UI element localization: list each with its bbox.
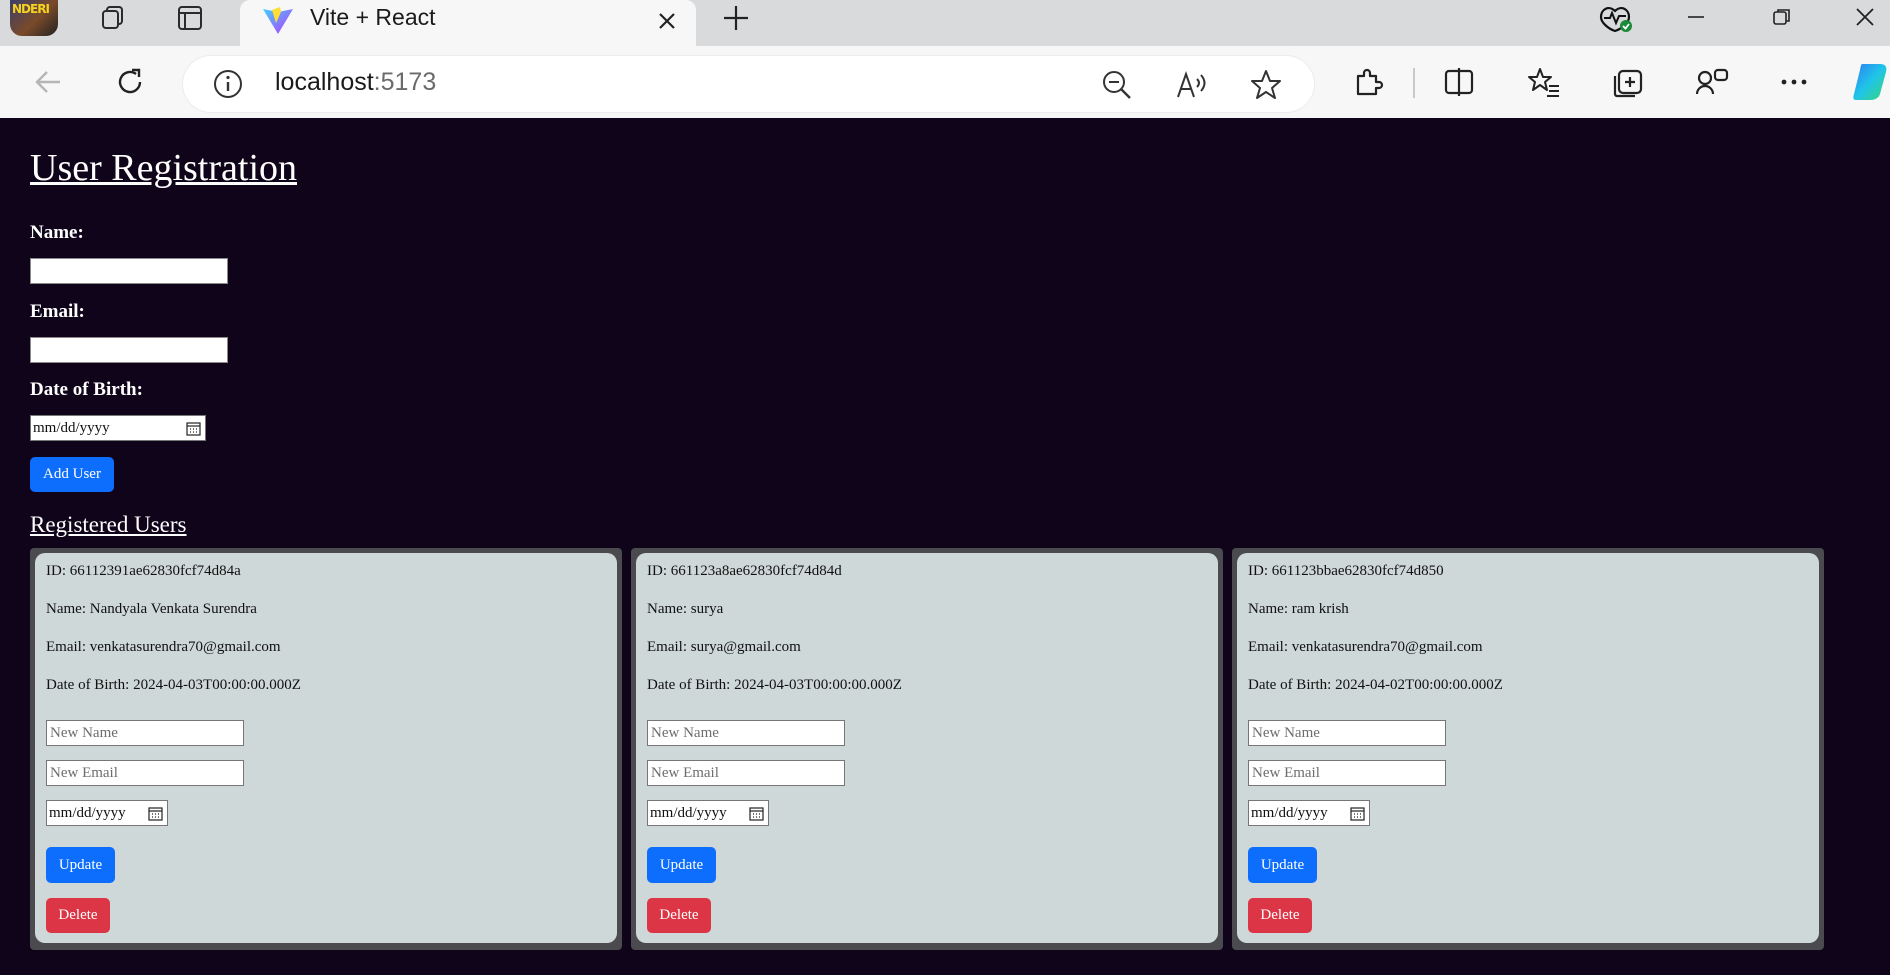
delete-button[interactable]: Delete <box>46 898 110 933</box>
new-name-input[interactable] <box>647 720 845 746</box>
browser-essentials-icon[interactable] <box>1596 0 1636 36</box>
new-dob-date-input[interactable]: mm/dd/yyyy <box>647 800 769 826</box>
new-dob-date-input[interactable]: mm/dd/yyyy <box>1248 800 1370 826</box>
copilot-icon[interactable] <box>1850 62 1890 102</box>
url-port: :5173 <box>373 68 437 96</box>
calendar-icon[interactable] <box>749 806 764 821</box>
delete-button[interactable]: Delete <box>1248 898 1312 933</box>
new-tab-icon[interactable] <box>716 0 756 36</box>
user-card: ID: 661123bbae62830fcf74d850 Name: ram k… <box>1237 553 1819 943</box>
user-card-frame: ID: 661123bbae62830fcf74d850 Name: ram k… <box>1232 548 1824 950</box>
email-label: Email: <box>30 301 85 322</box>
new-dob-placeholder: mm/dd/yyyy <box>650 805 727 821</box>
restore-icon[interactable] <box>1752 0 1812 34</box>
minimize-icon[interactable] <box>1666 0 1726 34</box>
new-email-input[interactable] <box>46 760 244 786</box>
new-email-input[interactable] <box>647 760 845 786</box>
dob-date-placeholder: mm/dd/yyyy <box>33 420 110 436</box>
calendar-icon[interactable] <box>1350 806 1365 821</box>
new-name-input[interactable] <box>1248 720 1446 746</box>
tab-title: Vite + React <box>310 4 436 30</box>
avatar-text: NDERI <box>12 2 50 16</box>
browser-toolbar: localhost:5173 <box>0 46 1890 118</box>
tab-actions-icon[interactable] <box>170 0 210 36</box>
new-dob-placeholder: mm/dd/yyyy <box>1251 805 1328 821</box>
user-id: ID: 661123a8ae62830fcf74d84d <box>647 563 842 579</box>
more-options-icon[interactable] <box>1772 60 1816 104</box>
vite-logo-icon <box>263 7 293 34</box>
user-card: ID: 66112391ae62830fcf74d84a Name: Nandy… <box>35 553 617 943</box>
registered-users-title: Registered Users <box>30 512 187 537</box>
back-icon[interactable] <box>26 60 70 104</box>
url-host: localhost <box>275 68 374 96</box>
name-label: Name: <box>30 222 84 243</box>
user-email: Email: surya@gmail.com <box>647 639 801 655</box>
page-title: User Registration <box>30 147 298 189</box>
user-name: Name: ram krish <box>1248 601 1349 617</box>
new-dob-placeholder: mm/dd/yyyy <box>49 805 126 821</box>
browser-workspaces-icon[interactable] <box>1690 60 1734 104</box>
user-id: ID: 661123bbae62830fcf74d850 <box>1248 563 1444 579</box>
favorites-icon[interactable] <box>1522 60 1566 104</box>
name-input[interactable] <box>30 258 228 284</box>
active-tab[interactable]: Vite + React <box>240 0 696 46</box>
new-name-input[interactable] <box>46 720 244 746</box>
add-user-button[interactable]: Add User <box>30 457 114 492</box>
new-email-input[interactable] <box>1248 760 1446 786</box>
user-dob: Date of Birth: 2024-04-03T00:00:00.000Z <box>647 677 902 693</box>
user-dob: Date of Birth: 2024-04-02T00:00:00.000Z <box>1248 677 1503 693</box>
site-info-icon[interactable] <box>213 69 243 99</box>
refresh-icon[interactable] <box>108 60 152 104</box>
dob-date-input[interactable]: mm/dd/yyyy <box>30 415 206 441</box>
close-window-icon[interactable] <box>1840 0 1890 34</box>
user-dob: Date of Birth: 2024-04-03T00:00:00.000Z <box>46 677 301 693</box>
zoom-out-icon[interactable] <box>1101 69 1133 101</box>
user-name: Name: surya <box>647 601 724 617</box>
dob-label: Date of Birth: <box>30 379 143 400</box>
user-name: Name: Nandyala Venkata Surendra <box>46 601 257 617</box>
user-card-frame: ID: 661123a8ae62830fcf74d84d Name: surya… <box>631 548 1223 950</box>
favorite-star-icon[interactable] <box>1249 68 1283 102</box>
user-email: Email: venkatasurendra70@gmail.com <box>46 639 281 655</box>
update-button[interactable]: Update <box>1248 847 1317 883</box>
user-card: ID: 661123a8ae62830fcf74d84d Name: surya… <box>636 553 1218 943</box>
split-screen-icon[interactable] <box>1437 60 1481 104</box>
user-card-frame: ID: 66112391ae62830fcf74d84a Name: Nandy… <box>30 548 622 950</box>
update-button[interactable]: Update <box>46 847 115 883</box>
close-tab-icon[interactable] <box>655 9 679 33</box>
user-email: Email: venkatasurendra70@gmail.com <box>1248 639 1483 655</box>
read-aloud-icon[interactable] <box>1175 69 1209 101</box>
new-dob-date-input[interactable]: mm/dd/yyyy <box>46 800 168 826</box>
update-button[interactable]: Update <box>647 847 716 883</box>
profile-avatar[interactable]: NDERI <box>10 0 58 36</box>
url-text[interactable]: localhost:5173 <box>275 68 436 97</box>
user-id: ID: 66112391ae62830fcf74d84a <box>46 563 241 579</box>
extensions-icon[interactable] <box>1346 60 1390 104</box>
calendar-icon[interactable] <box>186 421 201 436</box>
page-viewport: User Registration Name: Email: Date of B… <box>2 118 1890 975</box>
toolbar-divider <box>1413 68 1415 98</box>
address-bar[interactable]: localhost:5173 <box>183 56 1314 112</box>
tab-bar: NDERI Vite + React <box>0 0 1890 46</box>
delete-button[interactable]: Delete <box>647 898 711 933</box>
calendar-icon[interactable] <box>148 806 163 821</box>
collections-icon[interactable] <box>1606 60 1650 104</box>
email-input[interactable] <box>30 337 228 363</box>
workspaces-icon[interactable] <box>92 0 132 36</box>
